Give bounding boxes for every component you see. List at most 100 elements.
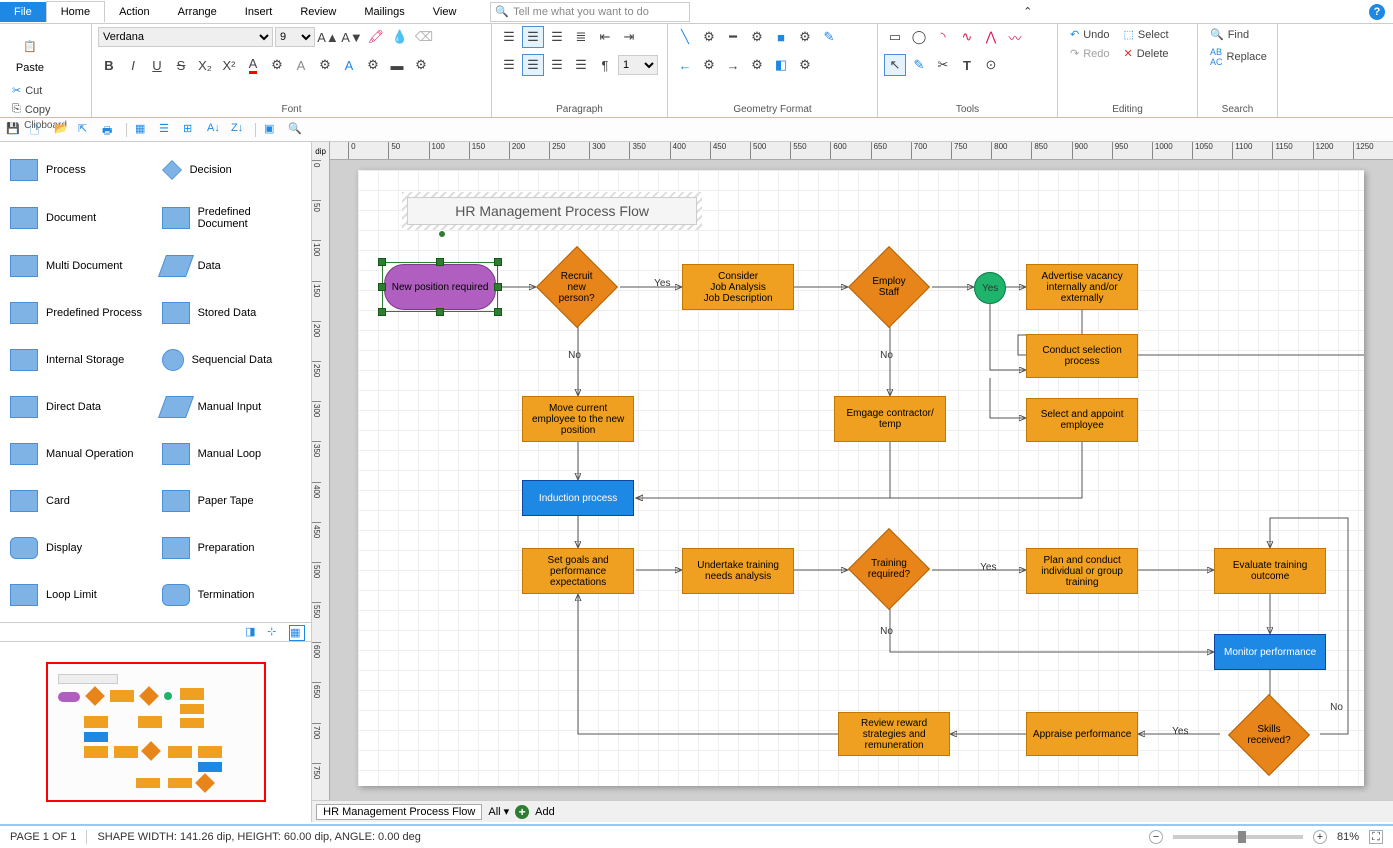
superscript-button[interactable]: X² (218, 54, 240, 76)
sel-handle-n[interactable] (436, 258, 444, 266)
sel-handle-nw[interactable] (378, 258, 386, 266)
line-color-gear[interactable]: ⚙ (746, 26, 768, 48)
text-effects-button[interactable]: A (290, 54, 312, 76)
sel-handle-s[interactable] (436, 308, 444, 316)
anchor-tool[interactable]: ⊙ (980, 54, 1002, 76)
line-style-button[interactable]: ╲ (674, 26, 696, 48)
bold-button[interactable]: B (98, 54, 120, 76)
copy-button[interactable]: ⎘Copy (6, 101, 57, 118)
title-connection-point[interactable] (438, 230, 446, 238)
shrink-font-button[interactable]: A▼ (341, 26, 363, 48)
paste-button[interactable]: 📋 Paste (6, 26, 54, 78)
export-icon[interactable]: ⇱ (78, 122, 94, 138)
font-name-select[interactable]: Verdana (98, 27, 273, 47)
open-icon[interactable]: 📂 (54, 122, 70, 138)
cut-button[interactable]: ✂Cut (6, 82, 57, 99)
line-spacing-select[interactable]: 1 (618, 55, 658, 75)
new-icon[interactable]: 🗋 (30, 122, 46, 138)
shape-palette-item[interactable]: Predefined Process (6, 291, 154, 334)
text-effects-gear[interactable]: ⚙ (314, 54, 336, 76)
delete-button[interactable]: ✕Delete (1118, 45, 1175, 62)
replace-button[interactable]: ABACReplace (1204, 45, 1271, 69)
ellipse-tool[interactable]: ◯ (908, 26, 930, 48)
sel-handle-ne[interactable] (494, 258, 502, 266)
align-bottom-button[interactable]: ☰ (546, 26, 568, 48)
shadow-button[interactable]: ◧ (770, 54, 792, 76)
document-tab[interactable]: HR Management Process Flow (316, 804, 482, 820)
font-color-gear[interactable]: ⚙ (266, 54, 288, 76)
node-plan[interactable]: Plan and conduct individual or group tra… (1026, 548, 1138, 594)
indent-dec-button[interactable]: ⇤ (594, 26, 616, 48)
overview-tree-icon[interactable]: ⊹ (267, 625, 283, 641)
node-needs[interactable]: Undertake training needs analysis (682, 548, 794, 594)
overview-layers-icon[interactable]: ◨ (245, 625, 261, 641)
line-color-button[interactable]: ━ (722, 26, 744, 48)
collapse-ribbon-icon[interactable]: ⌃ (1023, 5, 1032, 18)
menu-review[interactable]: Review (286, 2, 350, 22)
node-eval[interactable]: Evaluate training outcome (1214, 548, 1326, 594)
shape-palette-item[interactable]: Data (158, 244, 306, 287)
italic-button[interactable]: I (122, 54, 144, 76)
menu-action[interactable]: Action (105, 2, 164, 22)
zoom-icon[interactable]: 🔍 (288, 122, 304, 138)
node-recruit-q[interactable]: Recruit new person? (536, 246, 618, 328)
page[interactable]: HR Management Process Flow New position … (358, 170, 1364, 786)
sort-za-icon[interactable]: Z↓ (231, 122, 247, 138)
shape-palette-item[interactable]: Loop Limit (6, 573, 154, 616)
shape-palette-item[interactable]: Termination (158, 573, 306, 616)
list-icon[interactable]: ☰ (159, 122, 175, 138)
node-appoint[interactable]: Select and appoint employee (1026, 398, 1138, 442)
node-appraise[interactable]: Appraise performance (1026, 712, 1138, 756)
underline-button[interactable]: U (146, 54, 168, 76)
crop-tool[interactable]: ✂ (932, 54, 954, 76)
pointer-tool[interactable]: ↖ (884, 54, 906, 76)
text-fill-gear[interactable]: ⚙ (410, 54, 432, 76)
clear-format-button[interactable]: ⌫ (413, 26, 435, 48)
shape-palette-item[interactable]: Process (6, 148, 154, 191)
node-monitor[interactable]: Monitor performance (1214, 634, 1326, 670)
indent-inc-button[interactable]: ⇥ (618, 26, 640, 48)
shape-palette-item[interactable]: Sequencial Data (158, 338, 306, 381)
node-goals[interactable]: Set goals and performance expectations (522, 548, 634, 594)
pilcrow-button[interactable]: ¶ (594, 54, 616, 76)
menu-file[interactable]: File (0, 2, 46, 22)
outline-icon[interactable]: ⊞ (183, 122, 199, 138)
select-button[interactable]: ⬚Select (1118, 26, 1175, 43)
font-color-button[interactable]: A (242, 54, 264, 76)
add-page-button[interactable]: + (515, 805, 529, 819)
node-review[interactable]: Review reward strategies and remuneratio… (838, 712, 950, 756)
zoom-slider[interactable] (1173, 835, 1303, 839)
node-start[interactable]: New position required (384, 264, 496, 310)
shape-palette-item[interactable]: Decision (158, 148, 306, 191)
align-right-button[interactable]: ☰ (546, 54, 568, 76)
arrow-end-button[interactable]: → (722, 54, 744, 76)
fit-page-button[interactable]: ⛶ (1369, 830, 1383, 844)
menu-insert[interactable]: Insert (231, 2, 287, 22)
bullets-button[interactable]: ≣ (570, 26, 592, 48)
node-skills-q[interactable]: Skills received? (1228, 694, 1310, 776)
align-middle-button[interactable]: ☰ (522, 26, 544, 48)
shape-palette-item[interactable]: Predefined Document (158, 195, 306, 240)
shape-palette-item[interactable]: Preparation (158, 526, 306, 569)
eyedropper-button[interactable]: 💧 (389, 26, 411, 48)
font-size-select[interactable]: 9 (275, 27, 315, 47)
text-outline-gear[interactable]: ⚙ (362, 54, 384, 76)
sel-handle-w[interactable] (378, 283, 386, 291)
fill-color-button[interactable]: ■ (770, 26, 792, 48)
pen-button[interactable]: ✎ (818, 26, 840, 48)
sel-handle-sw[interactable] (378, 308, 386, 316)
rect-tool[interactable]: ▭ (884, 26, 906, 48)
align-center-button[interactable]: ☰ (522, 54, 544, 76)
canvas[interactable]: HR Management Process Flow New position … (330, 160, 1393, 800)
menu-home[interactable]: Home (46, 1, 105, 22)
text-fill-button[interactable]: ▬ (386, 54, 408, 76)
connector-tool[interactable]: ✎ (908, 54, 930, 76)
save-icon[interactable]: 💾 (6, 122, 22, 138)
overview-viewport[interactable] (46, 662, 266, 802)
node-engage[interactable]: Emgage contractor/ temp (834, 396, 946, 442)
align-left-button[interactable]: ☰ (498, 54, 520, 76)
grid-icon[interactable]: ▦ (135, 122, 151, 138)
highlight-button[interactable]: 🖍 (365, 26, 387, 48)
node-consider[interactable]: Consider Job Analysis Job Description (682, 264, 794, 310)
redo-button[interactable]: ↷Redo (1064, 45, 1116, 62)
